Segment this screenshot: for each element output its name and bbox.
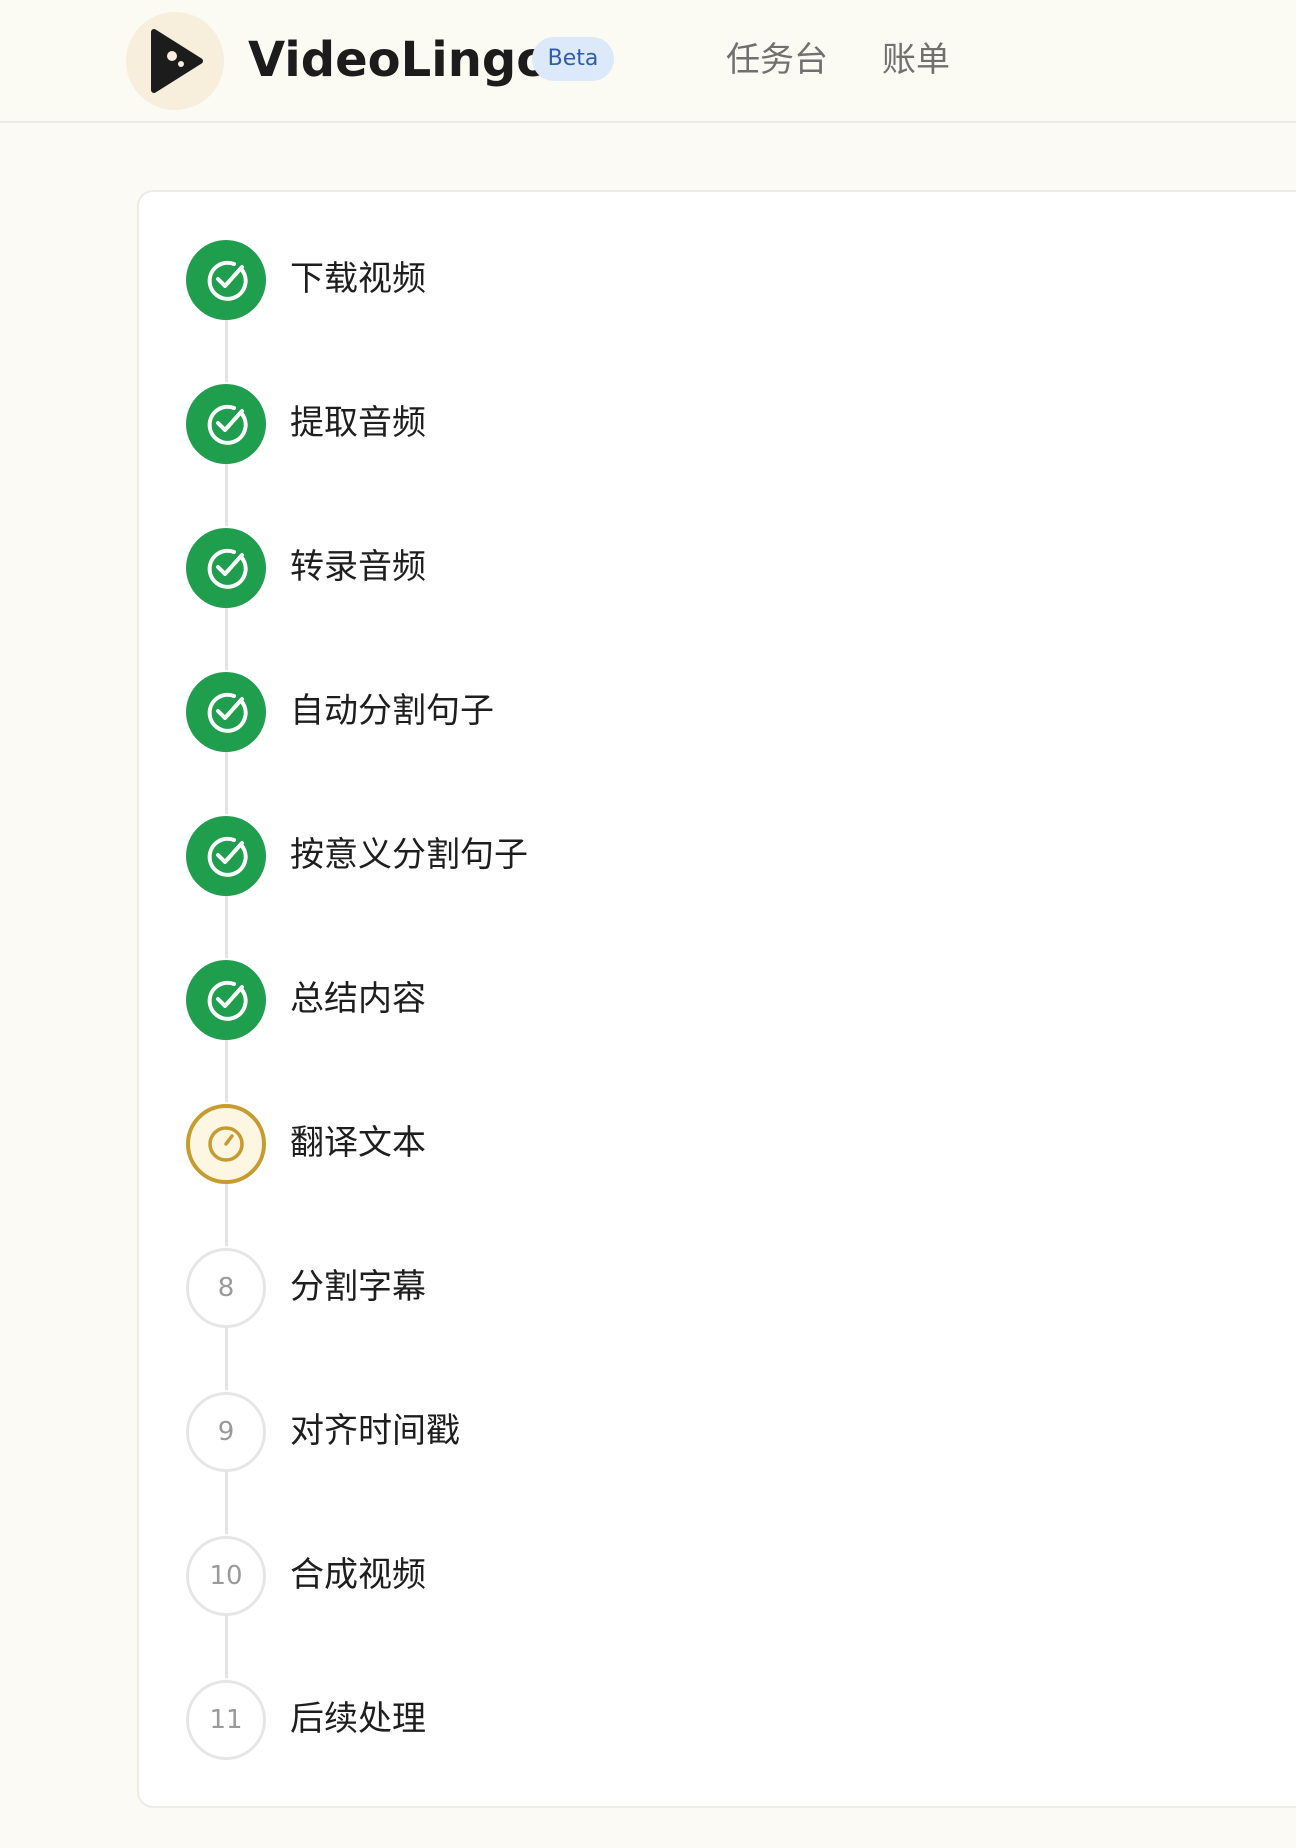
- check-circle-icon: [207, 260, 248, 301]
- timeline-connector: [225, 1184, 228, 1246]
- step-semantic-split-sentences: 按意义分割句子: [186, 816, 1086, 898]
- step-label: 提取音频: [290, 403, 426, 443]
- check-circle-icon: [207, 692, 248, 733]
- step-status-done: [186, 816, 266, 896]
- beta-badge: Beta: [532, 37, 614, 81]
- check-circle-icon: [207, 980, 248, 1021]
- step-label: 分割字幕: [290, 1267, 426, 1307]
- step-status-in-progress: [186, 1104, 266, 1184]
- step-summarize-content: 总结内容: [186, 960, 1086, 1042]
- step-status-done: [186, 672, 266, 752]
- step-translate-text: 翻译文本: [186, 1104, 1086, 1186]
- timeline-connector: [225, 464, 228, 526]
- step-label: 转录音频: [290, 547, 426, 587]
- step-split-subtitles: 8 分割字幕: [186, 1248, 1086, 1330]
- timeline-connector: [225, 608, 228, 670]
- step-compose-video: 10 合成视频: [186, 1536, 1086, 1618]
- step-status-done: [186, 960, 266, 1040]
- step-status-pending: 8: [186, 1248, 266, 1328]
- timeline-connector: [225, 1328, 228, 1390]
- timeline-connector: [225, 896, 228, 958]
- step-label: 翻译文本: [290, 1123, 426, 1163]
- step-label: 后续处理: [290, 1699, 426, 1739]
- timeline-connector: [225, 320, 228, 382]
- step-number: 9: [217, 1417, 235, 1447]
- step-post-processing: 11 后续处理: [186, 1680, 1086, 1762]
- step-label: 自动分割句子: [290, 691, 494, 731]
- step-status-done: [186, 384, 266, 464]
- step-number: 10: [209, 1561, 243, 1591]
- step-label: 合成视频: [290, 1555, 426, 1595]
- timeline-connector: [225, 1040, 228, 1102]
- play-logo-icon: [151, 29, 203, 93]
- nav-billing[interactable]: 账单: [882, 36, 950, 84]
- check-circle-icon: [207, 548, 248, 589]
- timeline-connector: [225, 1616, 228, 1678]
- step-status-pending: 9: [186, 1392, 266, 1472]
- check-circle-icon: [207, 836, 248, 877]
- timeline-connector: [225, 752, 228, 814]
- step-auto-split-sentences: 自动分割句子: [186, 672, 1086, 754]
- step-status-pending: 11: [186, 1680, 266, 1760]
- step-align-timestamps: 9 对齐时间戳: [186, 1392, 1086, 1474]
- step-label: 下载视频: [290, 259, 426, 299]
- top-header: VideoLingo Beta 任务台 账单: [0, 0, 1296, 123]
- step-status-pending: 10: [186, 1536, 266, 1616]
- step-status-done: [186, 528, 266, 608]
- app-logo[interactable]: [126, 12, 224, 110]
- step-extract-audio: 提取音频: [186, 384, 1086, 466]
- timeline-connector: [225, 1472, 228, 1534]
- step-label: 对齐时间戳: [290, 1411, 460, 1451]
- progress-gauge-icon: [208, 1126, 244, 1162]
- check-circle-icon: [207, 404, 248, 445]
- nav-tasks[interactable]: 任务台: [726, 36, 828, 84]
- step-label: 总结内容: [290, 979, 426, 1019]
- step-status-done: [186, 240, 266, 320]
- step-number: 8: [217, 1273, 235, 1303]
- step-transcribe-audio: 转录音频: [186, 528, 1086, 610]
- step-number: 11: [209, 1705, 243, 1735]
- brand-name: VideoLingo: [248, 32, 550, 88]
- step-label: 按意义分割句子: [290, 835, 528, 875]
- step-download-video: 下载视频: [186, 240, 1086, 322]
